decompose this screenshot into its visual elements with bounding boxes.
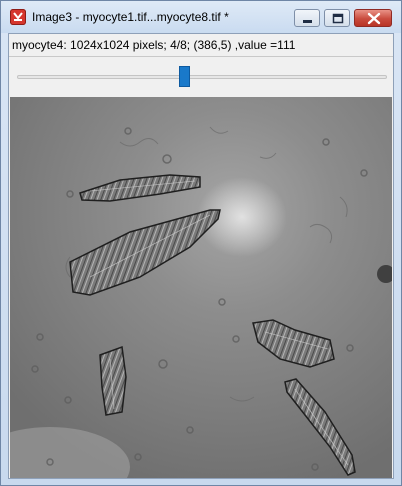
close-button[interactable] <box>354 9 392 27</box>
maximize-icon <box>332 13 344 24</box>
window-title: Image3 - myocyte1.tif...myocyte8.tif * <box>32 10 229 24</box>
image-canvas[interactable] <box>10 97 392 478</box>
microscopy-image <box>10 97 392 478</box>
minimize-button[interactable] <box>294 9 320 27</box>
maximize-button[interactable] <box>324 9 350 27</box>
minimize-icon <box>303 20 312 23</box>
slice-slider-track[interactable] <box>17 75 387 79</box>
slice-slider-area <box>9 57 393 97</box>
slice-slider-thumb[interactable] <box>178 66 190 87</box>
image-info-text: myocyte4: 1024x1024 pixels; 4/8; (386,5)… <box>12 38 296 52</box>
image-window: Image3 - myocyte1.tif...myocyte8.tif * m… <box>0 0 402 486</box>
image-info-bar: myocyte4: 1024x1024 pixels; 4/8; (386,5)… <box>9 34 393 57</box>
close-icon <box>367 12 381 25</box>
title-bar[interactable]: Image3 - myocyte1.tif...myocyte8.tif * <box>1 1 401 33</box>
imagej-app-icon[interactable] <box>10 9 26 25</box>
window-client-area: myocyte4: 1024x1024 pixels; 4/8; (386,5)… <box>8 33 394 479</box>
